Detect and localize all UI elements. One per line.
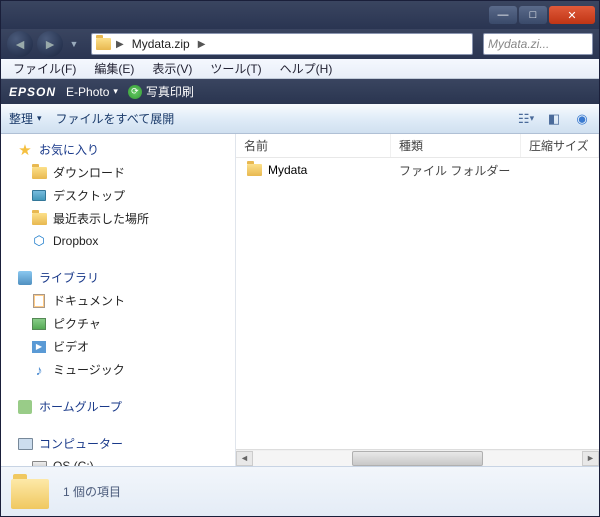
view-options-button[interactable]: ☷ ▾ <box>517 111 535 127</box>
dropbox-icon: ⬡ <box>31 233 47 249</box>
menu-help[interactable]: ヘルプ(H) <box>272 58 341 79</box>
status-text: 1 個の項目 <box>63 483 121 500</box>
search-input[interactable]: Mydata.zi... <box>483 33 593 55</box>
sidebar-libraries[interactable]: ライブラリ <box>1 266 235 289</box>
preview-pane-button[interactable]: ◧ <box>545 111 563 127</box>
file-type: ファイル フォルダー <box>391 162 521 179</box>
folder-icon <box>94 35 112 53</box>
computer-icon <box>17 436 33 452</box>
sidebar-item-desktop[interactable]: デスクトップ <box>1 184 235 207</box>
sidebar-computer[interactable]: コンピューター <box>1 432 235 455</box>
menu-view[interactable]: 表示(V) <box>144 58 200 79</box>
command-bar: 整理 ▾ ファイルをすべて展開 ☷ ▾ ◧ ◉ <box>1 104 599 134</box>
breadcrumb[interactable]: ▶ Mydata.zip ▶ <box>91 33 473 55</box>
sidebar-homegroup[interactable]: ホームグループ <box>1 395 235 418</box>
document-icon <box>31 293 47 309</box>
close-button[interactable]: ✕ <box>549 6 595 24</box>
help-button[interactable]: ◉ <box>573 111 591 127</box>
file-row[interactable]: Mydata ファイル フォルダー <box>236 158 599 180</box>
menu-edit[interactable]: 編集(E) <box>86 58 142 79</box>
nav-pane[interactable]: ★お気に入り ダウンロード デスクトップ 最近表示した場所 ⬡Dropbox ラ… <box>1 134 236 466</box>
breadcrumb-item[interactable]: Mydata.zip <box>128 37 194 51</box>
menubar: ファイル(F) 編集(E) 表示(V) ツール(T) ヘルプ(H) <box>1 59 599 79</box>
scroll-right-button[interactable]: ► <box>582 451 599 466</box>
homegroup-icon <box>17 399 33 415</box>
status-bar: 1 個の項目 <box>1 466 599 516</box>
folder-icon <box>246 162 262 178</box>
menu-tool[interactable]: ツール(T) <box>202 58 269 79</box>
maximize-button[interactable]: □ <box>519 6 547 24</box>
file-list: 名前 種類 圧縮サイズ Mydata ファイル フォルダー ◄ ► <box>236 134 599 466</box>
scroll-track[interactable] <box>253 451 582 466</box>
sidebar-item-videos[interactable]: ▶ビデオ <box>1 335 235 358</box>
menu-file[interactable]: ファイル(F) <box>5 58 84 79</box>
music-icon: ♪ <box>31 362 47 378</box>
sidebar-item-documents[interactable]: ドキュメント <box>1 289 235 312</box>
extract-all-button[interactable]: ファイルをすべて展開 <box>56 110 175 127</box>
file-name: Mydata <box>268 163 307 177</box>
sidebar-item-pictures[interactable]: ピクチャ <box>1 312 235 335</box>
nav-bar: ◄ ► ▼ ▶ Mydata.zip ▶ Mydata.zi... <box>1 29 599 59</box>
star-icon: ★ <box>17 142 33 158</box>
minimize-button[interactable]: ― <box>489 6 517 24</box>
horizontal-scrollbar[interactable]: ◄ ► <box>236 449 599 466</box>
column-name[interactable]: 名前 <box>236 134 391 157</box>
column-size[interactable]: 圧縮サイズ <box>521 134 599 157</box>
history-dropdown[interactable]: ▼ <box>67 35 81 53</box>
titlebar[interactable]: ― □ ✕ <box>1 1 599 29</box>
organize-button[interactable]: 整理 ▾ <box>9 110 42 127</box>
drive-icon <box>31 458 47 466</box>
chevron-right-icon[interactable]: ▶ <box>194 39 210 50</box>
folder-icon <box>31 165 47 181</box>
file-rows[interactable]: Mydata ファイル フォルダー <box>236 158 599 449</box>
library-icon <box>17 270 33 286</box>
column-headers: 名前 種類 圧縮サイズ <box>236 134 599 158</box>
chevron-right-icon[interactable]: ▶ <box>112 39 128 50</box>
folder-icon <box>31 211 47 227</box>
column-type[interactable]: 種類 <box>391 134 521 157</box>
sidebar-item-recent[interactable]: 最近表示した場所 <box>1 207 235 230</box>
scroll-left-button[interactable]: ◄ <box>236 451 253 466</box>
body: ★お気に入り ダウンロード デスクトップ 最近表示した場所 ⬡Dropbox ラ… <box>1 134 599 466</box>
epson-print[interactable]: ⟳写真印刷 <box>128 83 194 100</box>
sidebar-item-dropbox[interactable]: ⬡Dropbox <box>1 230 235 252</box>
search-placeholder: Mydata.zi... <box>488 37 549 51</box>
sidebar-favorites[interactable]: ★お気に入り <box>1 138 235 161</box>
picture-icon <box>31 316 47 332</box>
epson-logo: EPSON <box>9 85 56 99</box>
sidebar-item-music[interactable]: ♪ミュージック <box>1 358 235 381</box>
forward-button[interactable]: ► <box>37 31 63 57</box>
back-button[interactable]: ◄ <box>7 31 33 57</box>
epson-toolbar: EPSON E-Photo ▾ ⟳写真印刷 <box>1 79 599 104</box>
epson-ephoto[interactable]: E-Photo ▾ <box>66 85 118 99</box>
video-icon: ▶ <box>31 339 47 355</box>
desktop-icon <box>31 188 47 204</box>
sidebar-item-drive-c[interactable]: OS (C:) <box>1 455 235 466</box>
explorer-window: ― □ ✕ ◄ ► ▼ ▶ Mydata.zip ▶ Mydata.zi... … <box>0 0 600 517</box>
sidebar-item-downloads[interactable]: ダウンロード <box>1 161 235 184</box>
print-icon: ⟳ <box>128 85 142 99</box>
folder-icon <box>11 473 49 511</box>
scroll-thumb[interactable] <box>352 451 484 466</box>
